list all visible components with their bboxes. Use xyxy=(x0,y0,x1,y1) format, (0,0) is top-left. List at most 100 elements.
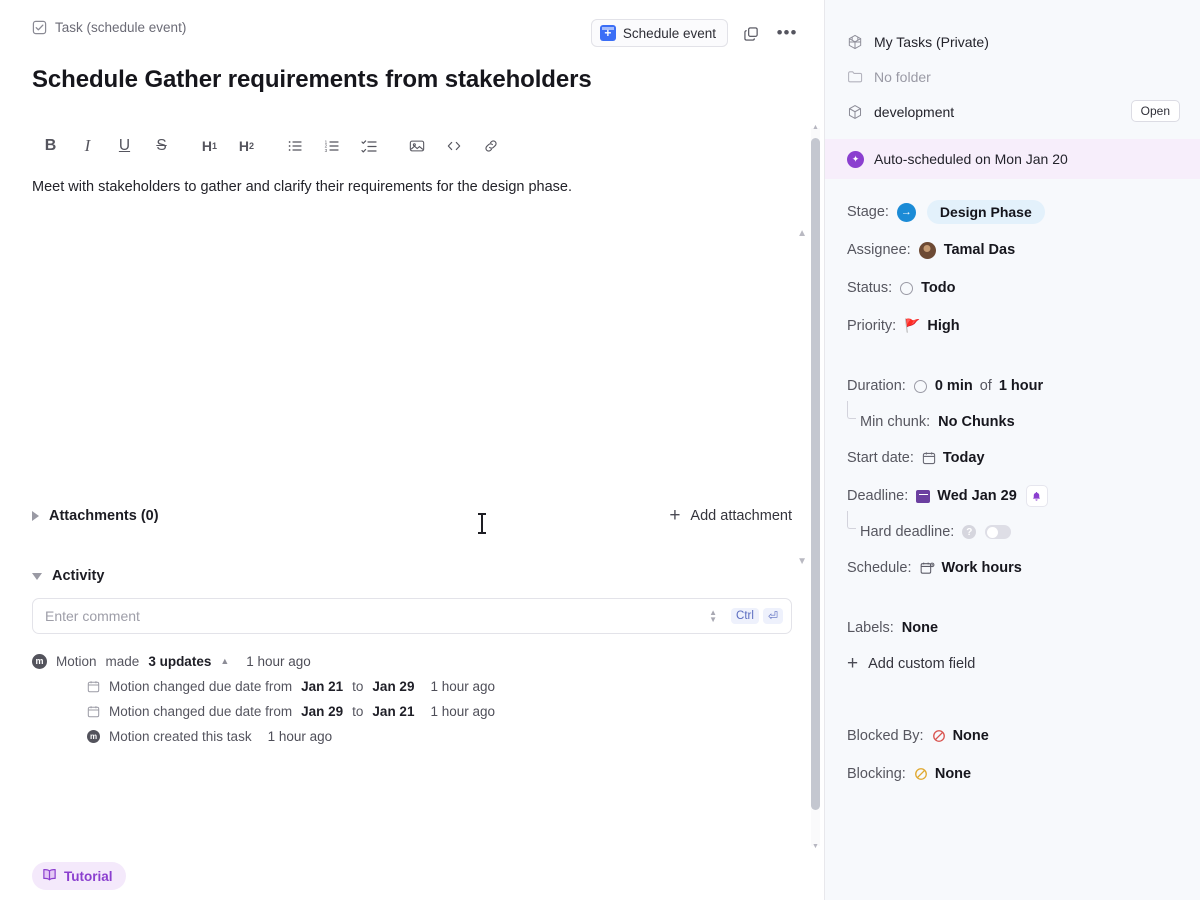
field-stage[interactable]: Stage: → Design Phase xyxy=(847,193,1178,231)
scrollbar-thumb[interactable] xyxy=(811,138,820,810)
open-project-button[interactable]: Open xyxy=(1130,100,1180,122)
activity-time: 1 hour ago xyxy=(246,653,311,669)
activity-list: m Motion made 3 updates ▲ 1 hour ago Mot… xyxy=(0,634,824,749)
folder-label: No folder xyxy=(874,68,931,85)
auto-scheduled-label: Auto-scheduled on Mon Jan 20 xyxy=(874,151,1068,167)
add-attachment-button[interactable]: + Add attachment xyxy=(669,506,792,525)
strikethrough-button[interactable]: S xyxy=(143,131,180,161)
field-hard-deadline[interactable]: Hard deadline: ? xyxy=(847,511,1178,549)
image-button[interactable] xyxy=(398,131,435,161)
entry-to: Jan 29 xyxy=(372,679,415,695)
field-blocked-by[interactable]: Blocked By: None xyxy=(847,717,1178,755)
duplicate-icon[interactable] xyxy=(738,20,764,46)
start-date-label: Start date: xyxy=(847,450,914,466)
bell-icon[interactable] xyxy=(1025,485,1048,507)
red-flag-icon: 🚩 xyxy=(904,318,921,333)
add-custom-field-button[interactable]: + Add custom field xyxy=(847,647,1178,681)
blocked-icon xyxy=(932,729,946,743)
stage-arrow-icon: → xyxy=(896,202,916,222)
heading-1-button[interactable]: H1 xyxy=(191,131,228,161)
field-labels[interactable]: Labels: None xyxy=(847,609,1178,647)
activity-toggle[interactable]: Activity xyxy=(32,568,104,584)
field-start-date[interactable]: Start date: Today xyxy=(847,439,1178,477)
help-icon[interactable]: ? xyxy=(962,525,977,539)
labels-value: None xyxy=(901,620,939,636)
field-status[interactable]: Status: Todo xyxy=(847,269,1178,307)
topbar-actions: Schedule event ••• xyxy=(590,19,800,47)
schedule-calendar-icon xyxy=(920,561,935,575)
auto-scheduled-banner[interactable]: ✦ Auto-scheduled on Mon Jan 20 xyxy=(825,139,1200,179)
field-duration[interactable]: Duration: 0 min of 1 hour xyxy=(847,367,1178,405)
heading-2-button[interactable]: H2 xyxy=(228,131,265,161)
hard-deadline-label: Hard deadline: xyxy=(860,524,955,540)
top-bar: Task (schedule event) Schedule event ••• xyxy=(0,0,824,62)
duration-of-label: of xyxy=(979,378,992,394)
stage-value: Design Phase xyxy=(926,200,1045,224)
italic-button[interactable]: I xyxy=(69,131,106,161)
checklist-button[interactable] xyxy=(350,131,387,161)
field-schedule[interactable]: Schedule: Work hours xyxy=(847,549,1178,587)
min-chunk-value: No Chunks xyxy=(938,414,1015,430)
sidebar-item-folder[interactable]: No folder xyxy=(847,59,1180,94)
editor-scroll-down-icon[interactable]: ▼ xyxy=(797,554,807,570)
bullet-list-button[interactable] xyxy=(276,131,313,161)
more-options-icon[interactable]: ••• xyxy=(774,20,800,46)
sidebar-item-workspace[interactable]: My Tasks (Private) xyxy=(847,24,1180,59)
field-assignee[interactable]: Assignee: Tamal Das xyxy=(847,231,1178,269)
comment-submit-hint: Ctrl ⏎ xyxy=(731,608,783,625)
sidebar-item-project[interactable]: development Open xyxy=(847,94,1180,129)
hard-deadline-toggle[interactable] xyxy=(985,525,1012,539)
blocking-value: None xyxy=(934,766,972,782)
field-min-chunk[interactable]: Min chunk: No Chunks xyxy=(847,401,1178,439)
link-button[interactable] xyxy=(472,131,509,161)
collapse-updates-icon[interactable]: ▲ xyxy=(220,656,229,666)
main-scrollbar[interactable]: ▲ ▼ xyxy=(811,124,820,850)
project-label: development xyxy=(874,103,955,120)
enter-key-badge: ⏎ xyxy=(762,608,783,625)
chevron-down-icon xyxy=(32,572,42,580)
field-spacer xyxy=(847,345,1178,367)
deadline-calendar-icon xyxy=(916,489,931,503)
schedule-event-label: Schedule event xyxy=(622,25,716,41)
field-blocking[interactable]: Blocking: None xyxy=(847,755,1178,793)
workspace-cube-icon xyxy=(847,34,863,50)
breadcrumb[interactable]: Task (schedule event) xyxy=(32,20,186,35)
field-deadline[interactable]: Deadline: Wed Jan 29 xyxy=(847,477,1178,515)
activity-entry-row: Motion changed due date from Jan 21 to J… xyxy=(32,674,792,699)
main-pane: Task (schedule event) Schedule event ••• xyxy=(0,0,825,900)
comment-input[interactable]: Enter comment ▲ ▼ Ctrl ⏎ xyxy=(32,598,792,635)
field-spacer xyxy=(847,703,1178,717)
schedule-event-button[interactable]: Schedule event xyxy=(590,19,728,47)
activity-title: Activity xyxy=(52,568,105,585)
motion-icon: m xyxy=(87,730,100,744)
task-description[interactable]: Meet with stakeholders to gather and cla… xyxy=(0,164,824,567)
duration-total: 1 hour xyxy=(998,378,1044,394)
entry-prefix: Motion changed due date from xyxy=(109,704,293,720)
field-priority[interactable]: Priority: 🚩 High xyxy=(847,307,1178,345)
activity-section: Activity xyxy=(0,568,824,584)
task-check-icon xyxy=(32,20,47,35)
scroll-down-arrow-icon[interactable]: ▼ xyxy=(812,843,819,850)
calendar-icon xyxy=(922,451,936,465)
entry-prefix: Motion changed due date from xyxy=(109,679,293,695)
tutorial-button[interactable]: Tutorial xyxy=(32,862,126,890)
code-button[interactable] xyxy=(435,131,472,161)
blocked-by-label: Blocked By: xyxy=(847,728,924,744)
scroll-up-arrow-icon[interactable]: ▲ xyxy=(812,124,819,131)
underline-button[interactable]: U xyxy=(106,131,143,161)
assignee-label: Assignee: xyxy=(847,242,911,258)
activity-summary-row[interactable]: m Motion made 3 updates ▲ 1 hour ago xyxy=(32,648,792,674)
calendar-icon xyxy=(87,680,100,693)
field-spacer xyxy=(847,587,1178,609)
numbered-list-button[interactable]: 1 2 3 xyxy=(313,131,350,161)
duration-circle-icon xyxy=(913,379,927,393)
avatar xyxy=(918,241,936,259)
book-icon xyxy=(42,867,57,885)
attachments-toggle[interactable]: Attachments (0) xyxy=(32,508,159,524)
bold-button[interactable]: B xyxy=(32,131,69,161)
field-spacer xyxy=(847,681,1178,703)
comment-expand-stepper[interactable]: ▲ ▼ xyxy=(705,609,721,624)
entry-prefix: Motion created this task xyxy=(109,729,252,745)
editor-scroll-up-icon[interactable]: ▲ xyxy=(797,226,807,242)
sidebar-location: My Tasks (Private) No folder development xyxy=(825,0,1200,129)
